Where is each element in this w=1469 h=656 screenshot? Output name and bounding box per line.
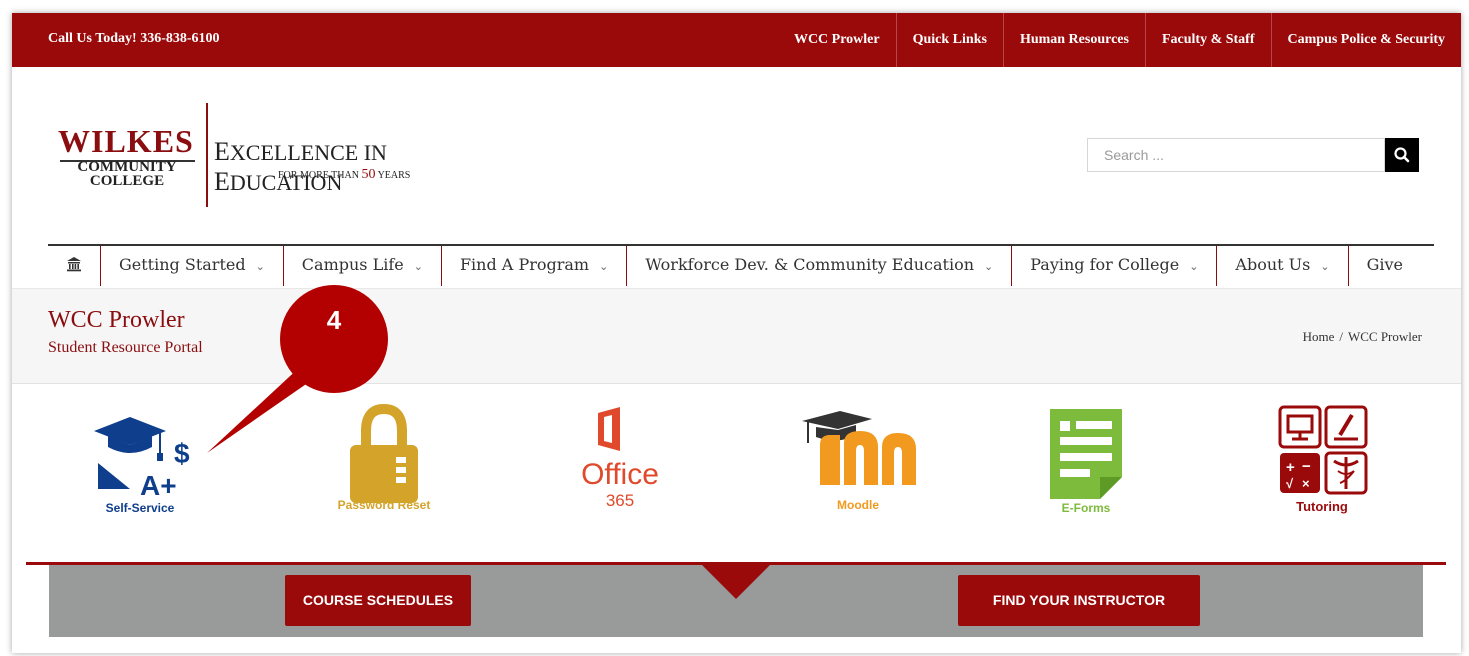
page-subtitle: Student Resource Portal [48, 339, 203, 356]
search-input[interactable] [1087, 138, 1385, 172]
home-building-icon [67, 257, 81, 272]
tagline-text: XCELLENCE IN [229, 140, 387, 165]
breadcrumb-separator: / [1339, 329, 1343, 344]
self-service-icon: $ A+ [94, 417, 190, 501]
nav-label: Campus Life [301, 255, 404, 274]
self-service-tile[interactable]: $ A+ Self-Service [90, 403, 210, 533]
find-your-instructor-button[interactable]: FIND YOUR INSTRUCTOR [958, 575, 1200, 626]
office-365-tile[interactable]: Office 365 [560, 403, 680, 533]
nav-label: Getting Started [119, 255, 246, 274]
top-links: WCC Prowler Quick Links Human Resources … [778, 13, 1461, 67]
chevron-down-icon: ⌄ [413, 260, 423, 273]
svg-text:$: $ [174, 438, 190, 469]
e-forms-tile[interactable]: E-Forms [1038, 403, 1158, 533]
logo-subtitle: FOR MORE THAN 50 YEARS [278, 167, 410, 183]
e-forms-icon [1050, 409, 1122, 499]
svg-text:+: + [1286, 459, 1295, 476]
logo-college: COLLEGE [89, 173, 165, 189]
main-nav: Getting Started ⌄ Campus Life ⌄ Find A Pro… [48, 244, 1434, 286]
tagline-letter: E [214, 167, 230, 196]
top-bar: Call Us Today! 336-838-6100 WCC Prowler … [12, 13, 1461, 67]
page-title: WCC Prowler [48, 307, 185, 333]
password-reset-label: Password Reset [337, 498, 431, 512]
nav-label: Find A Program [459, 255, 590, 274]
nav-label: Workforce Dev. & Community Education [645, 255, 975, 274]
tutoring-tile[interactable]: + − √ × Tutoring [1274, 403, 1394, 533]
nav-label: About Us [1235, 255, 1311, 274]
page-title-bar: WCC Prowler Student Resource Portal Home… [12, 288, 1461, 384]
search-box [1087, 138, 1419, 172]
self-service-label: Self-Service [105, 501, 175, 515]
breadcrumb: Home / WCC Prowler [1303, 329, 1422, 345]
nav-workforce[interactable]: Workforce Dev. & Community Education ⌄ [626, 246, 1011, 286]
svg-text:−: − [1302, 458, 1311, 475]
nav-paying-for-college[interactable]: Paying for College ⌄ [1011, 246, 1216, 286]
nav-give[interactable]: Give [1347, 246, 1421, 286]
e-forms-label: E-Forms [1061, 501, 1111, 515]
office-label: Office [581, 458, 659, 491]
tutoring-icon: + − √ × [1278, 405, 1368, 495]
breadcrumb-current: WCC Prowler [1347, 329, 1422, 344]
breadcrumb-home[interactable]: Home [1303, 329, 1335, 344]
nav-home[interactable] [48, 246, 100, 286]
logo-divider [206, 103, 208, 207]
nav-getting-started[interactable]: Getting Started ⌄ [100, 246, 283, 286]
office-365-number: 365 [605, 491, 635, 510]
svg-text:√: √ [1286, 476, 1294, 491]
moodle-icon [802, 411, 916, 485]
tutoring-label: Tutoring [1296, 499, 1348, 514]
subtitle-text: FOR MORE THAN [278, 170, 362, 181]
chevron-down-icon: ⌄ [1320, 260, 1330, 273]
svg-text:A+: A+ [140, 470, 177, 501]
subtitle-number: 50 [361, 167, 376, 182]
college-logo[interactable]: WILKES COMMUNITY COLLEGE EXCELLENCE IN E… [58, 103, 478, 213]
course-schedules-button[interactable]: COURSE SCHEDULES [285, 575, 471, 626]
tagline-letter: E [214, 137, 230, 166]
svg-text:×: × [1302, 476, 1310, 491]
chevron-down-icon: ⌄ [255, 260, 265, 273]
top-link-wcc-prowler[interactable]: WCC Prowler [778, 13, 896, 67]
search-button[interactable] [1385, 138, 1419, 172]
phone-number: Call Us Today! 336-838-6100 [48, 31, 220, 46]
band-pointer [702, 565, 770, 599]
nav-about-us[interactable]: About Us ⌄ [1216, 246, 1347, 286]
browser-page: Call Us Today! 336-838-6100 WCC Prowler … [12, 13, 1461, 653]
nav-find-a-program[interactable]: Find A Program ⌄ [440, 246, 626, 286]
padlock-icon [350, 403, 418, 503]
password-reset-tile[interactable]: Password Reset [324, 403, 444, 533]
chevron-down-icon: ⌄ [599, 260, 609, 273]
subtitle-text: YEARS [375, 170, 411, 181]
moodle-label: Moodle [837, 498, 879, 512]
nav-label: Paying for College [1030, 255, 1180, 274]
logo-wilkes: WILKES [58, 123, 194, 159]
nav-campus-life[interactable]: Campus Life ⌄ [282, 246, 441, 286]
nav-label: Give [1366, 255, 1403, 274]
chevron-down-icon: ⌄ [984, 260, 994, 273]
top-link-campus-police[interactable]: Campus Police & Security [1270, 13, 1461, 67]
top-link-quick-links[interactable]: Quick Links [895, 13, 1003, 67]
search-icon [1394, 147, 1410, 163]
top-link-faculty-staff[interactable]: Faculty & Staff [1144, 13, 1271, 67]
moodle-tile[interactable]: Moodle [798, 403, 918, 533]
top-link-human-resources[interactable]: Human Resources [1002, 13, 1145, 67]
chevron-down-icon: ⌄ [1189, 260, 1199, 273]
